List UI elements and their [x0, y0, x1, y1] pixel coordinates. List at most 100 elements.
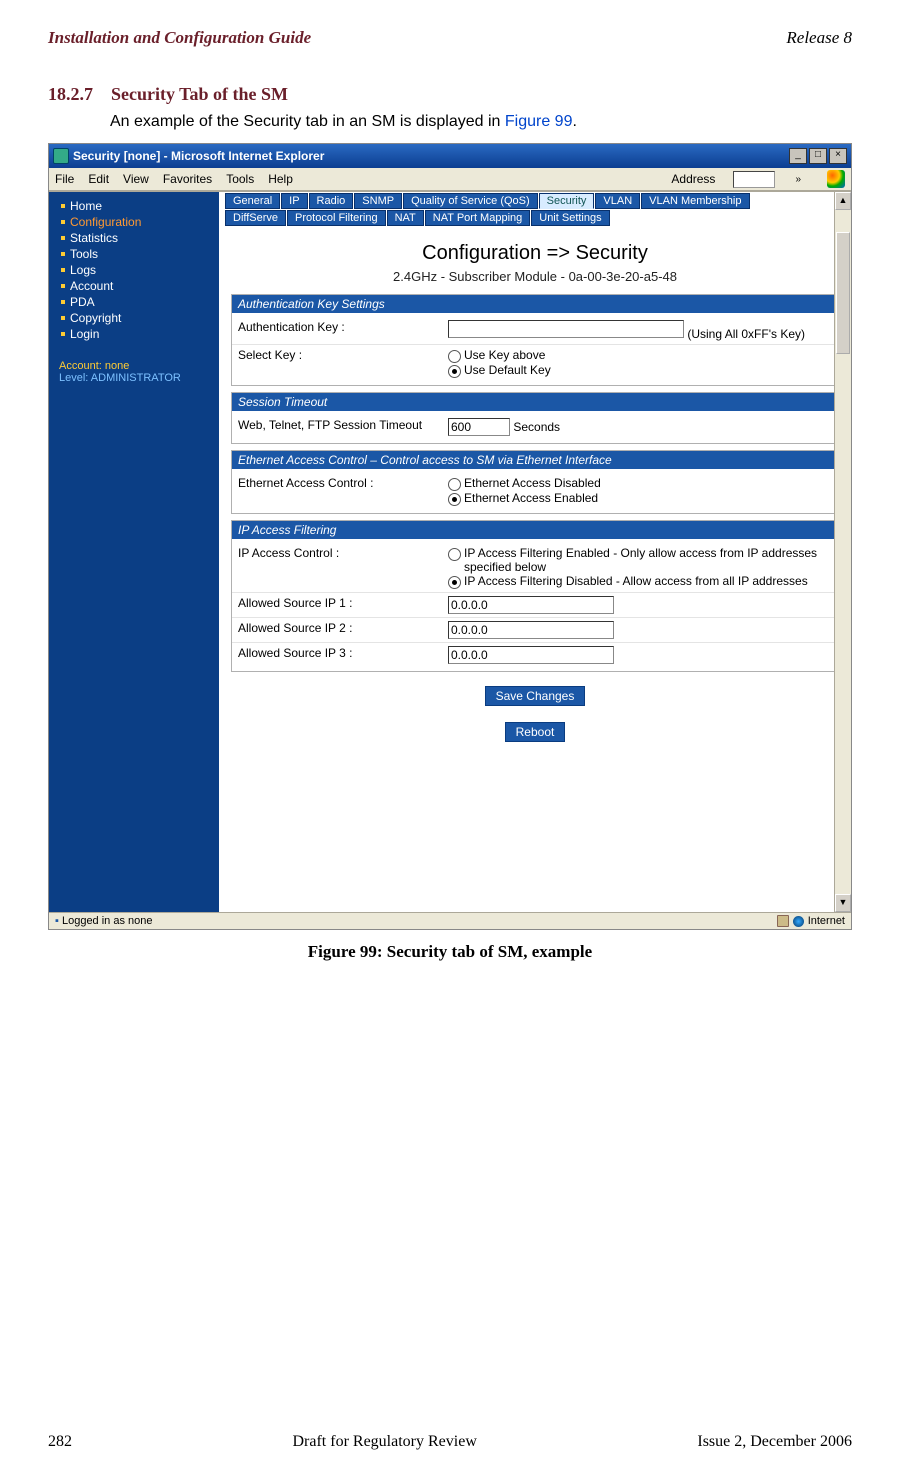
- radio-ipf-enabled[interactable]: [448, 548, 461, 561]
- figure-ref-link[interactable]: Figure 99: [505, 113, 573, 130]
- menu-help[interactable]: Help: [268, 172, 293, 186]
- auth-key-input[interactable]: [448, 320, 684, 338]
- save-changes-button[interactable]: Save Changes: [485, 686, 586, 706]
- running-footer: 282 Draft for Regulatory Review Issue 2,…: [48, 1433, 852, 1451]
- menu-favorites[interactable]: Favorites: [163, 172, 212, 186]
- zone-label: Internet: [808, 915, 845, 927]
- doc-title: Installation and Configuration Guide: [48, 28, 311, 48]
- tab-general[interactable]: General: [225, 193, 280, 209]
- footer-right: Issue 2, December 2006: [697, 1433, 852, 1451]
- section-title: Security Tab of the SM: [111, 84, 288, 104]
- menu-tools[interactable]: Tools: [226, 172, 254, 186]
- panel-ethernet-header: Ethernet Access Control – Control access…: [232, 451, 838, 469]
- allowed-ip1-input[interactable]: [448, 596, 614, 614]
- tab-qos[interactable]: Quality of Service (QoS): [403, 193, 538, 209]
- radio-use-default-key[interactable]: [448, 365, 461, 378]
- session-timeout-label: Web, Telnet, FTP Session Timeout: [238, 418, 448, 432]
- section-number: 18.2.7: [48, 84, 93, 104]
- sidebar-item-configuration[interactable]: Configuration: [61, 214, 219, 230]
- sidebar-item-home[interactable]: Home: [61, 198, 219, 214]
- sidebar-item-statistics[interactable]: Statistics: [61, 230, 219, 246]
- lock-icon: [777, 915, 789, 927]
- toolbar-chevron-icon[interactable]: »: [795, 174, 801, 185]
- panel-auth-key-header: Authentication Key Settings: [232, 295, 838, 313]
- vertical-scrollbar[interactable]: ▲ ▼: [834, 192, 851, 912]
- ip-access-control-label: IP Access Control :: [238, 546, 448, 560]
- running-header: Installation and Configuration Guide Rel…: [48, 28, 852, 48]
- intro-paragraph: An example of the Security tab in an SM …: [110, 113, 852, 131]
- tab-snmp[interactable]: SNMP: [354, 193, 402, 209]
- page-subtitle: 2.4GHz - Subscriber Module - 0a-00-3e-20…: [219, 269, 851, 284]
- minimize-button[interactable]: _: [789, 148, 807, 164]
- tab-unit-settings[interactable]: Unit Settings: [531, 210, 609, 226]
- footer-center: Draft for Regulatory Review: [292, 1433, 476, 1451]
- sidebar-item-login[interactable]: Login: [61, 326, 219, 342]
- section-heading: 18.2.7 Security Tab of the SM: [48, 84, 852, 105]
- ethernet-access-label: Ethernet Access Control :: [238, 476, 448, 490]
- allowed-ip2-label: Allowed Source IP 2 :: [238, 621, 448, 635]
- windows-logo-icon: [827, 170, 845, 188]
- sidebar-item-account[interactable]: Account: [61, 278, 219, 294]
- globe-icon: [793, 916, 804, 927]
- page-title: Configuration => Security: [219, 242, 851, 265]
- address-input[interactable]: [733, 171, 775, 188]
- radio-ipf-disabled[interactable]: [448, 576, 461, 589]
- allowed-ip3-input[interactable]: [448, 646, 614, 664]
- panel-session-header: Session Timeout: [232, 393, 838, 411]
- tab-ip[interactable]: IP: [281, 193, 307, 209]
- radio-eth-disabled[interactable]: [448, 478, 461, 491]
- sidebar-item-pda[interactable]: PDA: [61, 294, 219, 310]
- window-title: Security [none] - Microsoft Internet Exp…: [73, 149, 324, 163]
- allowed-ip2-input[interactable]: [448, 621, 614, 639]
- reboot-button[interactable]: Reboot: [505, 722, 566, 742]
- tab-security[interactable]: Security: [539, 193, 595, 209]
- release-label: Release 8: [786, 28, 852, 48]
- sidebar-item-tools[interactable]: Tools: [61, 246, 219, 262]
- panel-ethernet-access: Ethernet Access Control – Control access…: [231, 450, 839, 514]
- tab-vlan[interactable]: VLAN: [595, 193, 640, 209]
- close-button[interactable]: ×: [829, 148, 847, 164]
- allowed-ip1-label: Allowed Source IP 1 :: [238, 596, 448, 610]
- maximize-button[interactable]: □: [809, 148, 827, 164]
- tab-nat[interactable]: NAT: [387, 210, 424, 226]
- tab-nat-port-mapping[interactable]: NAT Port Mapping: [425, 210, 530, 226]
- radio-eth-enabled[interactable]: [448, 493, 461, 506]
- account-info: Account: none Level: ADMINISTRATOR: [49, 356, 219, 388]
- tab-row-1: General IP Radio SNMP Quality of Service…: [219, 192, 851, 209]
- tab-row-2: DiffServe Protocol Filtering NAT NAT Por…: [219, 209, 851, 226]
- scroll-up-button[interactable]: ▲: [835, 192, 851, 210]
- session-timeout-input[interactable]: [448, 418, 510, 436]
- address-label: Address: [671, 172, 715, 186]
- allowed-ip3-label: Allowed Source IP 3 :: [238, 646, 448, 660]
- scroll-thumb[interactable]: [836, 232, 850, 354]
- panel-ipf-header: IP Access Filtering: [232, 521, 838, 539]
- auth-key-label: Authentication Key :: [238, 320, 448, 334]
- panel-ip-filtering: IP Access Filtering IP Access Control : …: [231, 520, 839, 672]
- menu-file[interactable]: File: [55, 172, 74, 186]
- status-text: ▪ Logged in as none: [55, 915, 153, 927]
- tab-diffserve[interactable]: DiffServe: [225, 210, 286, 226]
- tab-radio[interactable]: Radio: [309, 193, 354, 209]
- panel-auth-key: Authentication Key Settings Authenticati…: [231, 294, 839, 386]
- main-content: General IP Radio SNMP Quality of Service…: [219, 192, 851, 912]
- figure-caption: Figure 99: Security tab of SM, example: [48, 942, 852, 962]
- sidebar-item-logs[interactable]: Logs: [61, 262, 219, 278]
- nav-sidebar: Home Configuration Statistics Tools Logs…: [49, 192, 219, 912]
- menu-edit[interactable]: Edit: [88, 172, 109, 186]
- tab-vlan-membership[interactable]: VLAN Membership: [641, 193, 749, 209]
- session-timeout-unit: Seconds: [513, 420, 560, 434]
- ie-icon: [53, 148, 69, 164]
- auth-key-note: (Using All 0xFF's Key): [687, 327, 805, 341]
- sidebar-item-copyright[interactable]: Copyright: [61, 310, 219, 326]
- panel-session-timeout: Session Timeout Web, Telnet, FTP Session…: [231, 392, 839, 444]
- window-titlebar: Security [none] - Microsoft Internet Exp…: [49, 144, 851, 168]
- menu-bar: File Edit View Favorites Tools Help Addr…: [49, 168, 851, 191]
- menu-view[interactable]: View: [123, 172, 149, 186]
- status-bar: ▪ Logged in as none Internet: [49, 912, 851, 929]
- tab-protocol-filtering[interactable]: Protocol Filtering: [287, 210, 386, 226]
- page-number: 282: [48, 1433, 72, 1451]
- select-key-label: Select Key :: [238, 348, 448, 362]
- radio-use-key-above[interactable]: [448, 350, 461, 363]
- scroll-down-button[interactable]: ▼: [835, 894, 851, 912]
- browser-screenshot: Security [none] - Microsoft Internet Exp…: [48, 143, 852, 930]
